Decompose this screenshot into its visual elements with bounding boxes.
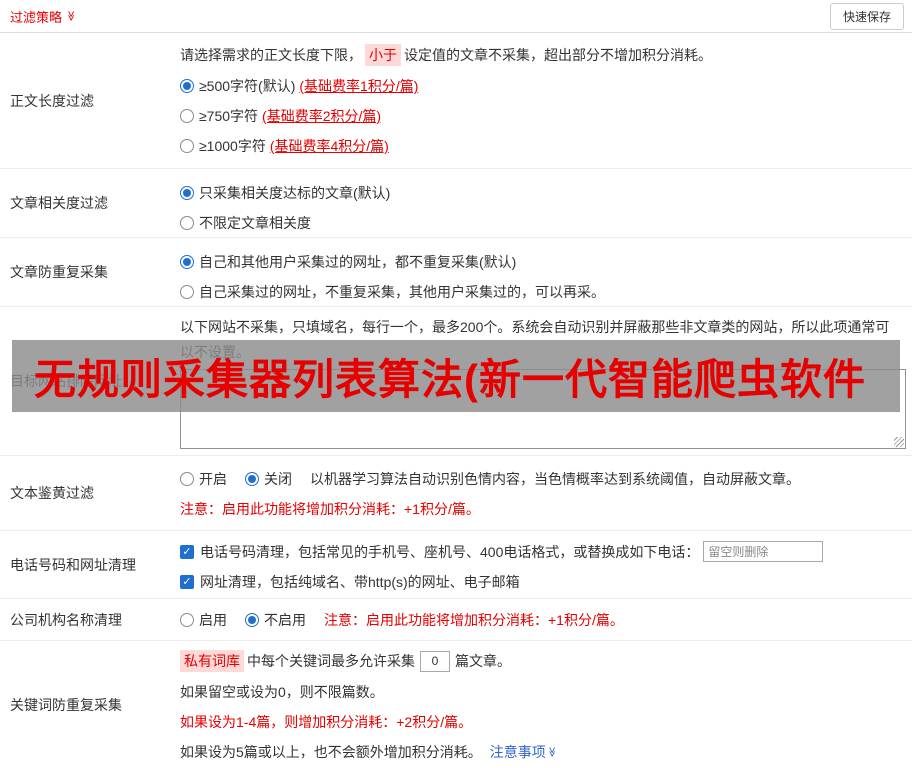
- radio-option-relevance-any[interactable]: 不限定文章相关度: [180, 213, 904, 233]
- radio-option-label: 不限定文章相关度: [199, 213, 311, 233]
- porn-filter-label: 文本鉴黄过滤: [0, 456, 170, 530]
- row-relevance-filter: 文章相关度过滤 只采集相关度达标的文章(默认) 不限定文章相关度: [0, 169, 912, 238]
- radio-option-label: 只采集相关度达标的文章(默认): [199, 183, 390, 203]
- length-filter-label: 正文长度过滤: [0, 33, 170, 168]
- keyword-dedup-line1-text: 中每个关键词最多允许采集: [247, 651, 415, 671]
- radio-option-1000[interactable]: ≥1000字符 (基础费率4积分/篇): [180, 136, 904, 156]
- porn-filter-description: 以机器学习算法自动识别色情内容，当色情概率达到系统阈值，自动屏蔽文章。: [310, 469, 800, 489]
- keyword-count-input[interactable]: [420, 651, 450, 672]
- radio-option-company-on[interactable]: 启用: [180, 610, 227, 630]
- row-company-clean: 公司机构名称清理 启用 不启用 注意：启用此功能将增加积分消耗：+1积分/篇。: [0, 599, 912, 641]
- radio-option-label: 启用: [199, 610, 227, 630]
- keyword-dedup-line1-suffix: 篇文章。: [455, 651, 511, 671]
- keyword-dedup-line3: 如果设为1-4篇，则增加积分消耗：+2积分/篇。: [180, 712, 904, 732]
- watermark-text: 无规则采集器列表算法(新一代智能爬虫软件: [34, 346, 866, 407]
- dedup-filter-label: 文章防重复采集: [0, 238, 170, 306]
- rate-note: (基础费率2积分/篇): [262, 106, 381, 126]
- keyword-dedup-label: 关键词防重复采集: [0, 641, 170, 768]
- radio-option-porn-on[interactable]: 开启: [180, 469, 227, 489]
- radio-icon[interactable]: [180, 186, 194, 200]
- rate-note: (基础费率1积分/篇): [299, 76, 418, 96]
- radio-icon[interactable]: [180, 109, 194, 123]
- radio-icon[interactable]: [180, 79, 194, 93]
- radio-option-porn-off[interactable]: 关闭: [245, 469, 292, 489]
- url-clean-checkbox-label[interactable]: 网址清理，包括纯域名、带http(s)的网址、电子邮箱: [180, 572, 520, 592]
- resize-handle-icon[interactable]: [894, 437, 904, 447]
- chevron-down-icon[interactable]: ≫: [546, 747, 556, 757]
- url-clean-text: 网址清理，包括纯域名、带http(s)的网址、电子邮箱: [200, 572, 520, 592]
- radio-icon[interactable]: [180, 255, 194, 269]
- radio-option-dedup-all[interactable]: 自己和其他用户采集过的网址，都不重复采集(默认): [180, 252, 904, 272]
- keyword-dedup-line1: 私有词库 中每个关键词最多允许采集 篇文章。: [180, 650, 904, 672]
- relevance-filter-label: 文章相关度过滤: [0, 169, 170, 237]
- company-clean-options: 启用 不启用 注意：启用此功能将增加积分消耗：+1积分/篇。: [180, 610, 904, 630]
- radio-option-label: 关闭: [264, 469, 292, 489]
- row-porn-filter: 文本鉴黄过滤 开启 关闭 以机器学习算法自动识别色情内容，当色情概率达到系统阈值…: [0, 456, 912, 531]
- quick-save-button[interactable]: 快速保存: [830, 3, 904, 30]
- phone-clean-text: 电话号码清理，包括常见的手机号、座机号、400电话格式，或替换成如下电话：: [200, 542, 699, 562]
- radio-option-label: ≥500字符(默认): [199, 76, 295, 96]
- keyword-dedup-line4: 如果设为5篇或以上，也不会额外增加积分消耗。 注意事项 ≫: [180, 742, 904, 762]
- rate-note: (基础费率4积分/篇): [270, 136, 389, 156]
- phone-clean-line: 电话号码清理，包括常见的手机号、座机号、400电话格式，或替换成如下电话：: [180, 541, 904, 562]
- keyword-dedup-line2: 如果留空或设为0，则不限篇数。: [180, 682, 904, 702]
- radio-option-label: ≥750字符: [199, 106, 258, 126]
- row-keyword-dedup: 关键词防重复采集 私有词库 中每个关键词最多允许采集 篇文章。 如果留空或设为0…: [0, 641, 912, 768]
- row-length-filter: 正文长度过滤 请选择需求的正文长度下限， 小于 设定值的文章不采集，超出部分不增…: [0, 33, 912, 169]
- radio-icon[interactable]: [180, 139, 194, 153]
- radio-option-label: 自己和其他用户采集过的网址，都不重复采集(默认): [199, 252, 516, 272]
- filter-strategy-page: 过滤策略 ≫ 快速保存 正文长度过滤 请选择需求的正文长度下限， 小于 设定值的…: [0, 0, 912, 768]
- radio-option-label: ≥1000字符: [199, 136, 266, 156]
- radio-option-dedup-own[interactable]: 自己采集过的网址，不重复采集，其他用户采集过的，可以再采。: [180, 282, 904, 302]
- intro-suffix: 设定值的文章不采集，超出部分不增加积分消耗。: [404, 45, 712, 65]
- private-lexicon-highlight: 私有词库: [180, 650, 244, 672]
- radio-icon[interactable]: [180, 285, 194, 299]
- checkbox-checked-icon[interactable]: [180, 545, 194, 559]
- porn-filter-warning: 注意：启用此功能将增加积分消耗：+1积分/篇。: [180, 499, 904, 519]
- porn-filter-options: 开启 关闭 以机器学习算法自动识别色情内容，当色情概率达到系统阈值，自动屏蔽文章…: [180, 469, 904, 489]
- radio-option-label: 自己采集过的网址，不重复采集，其他用户采集过的，可以再采。: [199, 282, 605, 302]
- row-dedup-filter: 文章防重复采集 自己和其他用户采集过的网址，都不重复采集(默认) 自己采集过的网…: [0, 238, 912, 307]
- notice-link[interactable]: 注意事项: [490, 742, 546, 762]
- keyword-dedup-line4-text: 如果设为5篇或以上，也不会额外增加积分消耗。: [180, 742, 482, 762]
- radio-icon[interactable]: [180, 613, 194, 627]
- page-title-text: 过滤策略: [10, 7, 62, 26]
- company-clean-warning: 注意：启用此功能将增加积分消耗：+1积分/篇。: [324, 610, 624, 630]
- phone-url-clean-label: 电话号码和网址清理: [0, 531, 170, 598]
- length-filter-intro: 请选择需求的正文长度下限， 小于 设定值的文章不采集，超出部分不增加积分消耗。: [180, 44, 904, 66]
- radio-icon[interactable]: [245, 472, 259, 486]
- radio-icon[interactable]: [245, 613, 259, 627]
- chevron-down-icon: ≫: [65, 11, 75, 21]
- radio-option-label: 不启用: [264, 610, 306, 630]
- intro-prefix: 请选择需求的正文长度下限，: [180, 45, 362, 65]
- page-title[interactable]: 过滤策略 ≫: [10, 7, 75, 26]
- radio-option-500[interactable]: ≥500字符(默认) (基础费率1积分/篇): [180, 76, 904, 96]
- radio-icon[interactable]: [180, 216, 194, 230]
- radio-option-company-off[interactable]: 不启用: [245, 610, 306, 630]
- row-phone-url-clean: 电话号码和网址清理 电话号码清理，包括常见的手机号、座机号、400电话格式，或替…: [0, 531, 912, 599]
- phone-clean-checkbox-label[interactable]: 电话号码清理，包括常见的手机号、座机号、400电话格式，或替换成如下电话：: [180, 542, 699, 562]
- radio-option-relevance-strict[interactable]: 只采集相关度达标的文章(默认): [180, 183, 904, 203]
- watermark-banner: 无规则采集器列表算法(新一代智能爬虫软件: [12, 340, 900, 412]
- checkbox-checked-icon[interactable]: [180, 575, 194, 589]
- phone-replacement-input[interactable]: [703, 541, 823, 562]
- company-clean-label: 公司机构名称清理: [0, 599, 170, 640]
- url-clean-line: 网址清理，包括纯域名、带http(s)的网址、电子邮箱: [180, 572, 904, 592]
- highlight-less-than: 小于: [365, 44, 401, 66]
- radio-icon[interactable]: [180, 472, 194, 486]
- toolbar: 过滤策略 ≫ 快速保存: [0, 0, 912, 33]
- radio-option-750[interactable]: ≥750字符 (基础费率2积分/篇): [180, 106, 904, 126]
- radio-option-label: 开启: [199, 469, 227, 489]
